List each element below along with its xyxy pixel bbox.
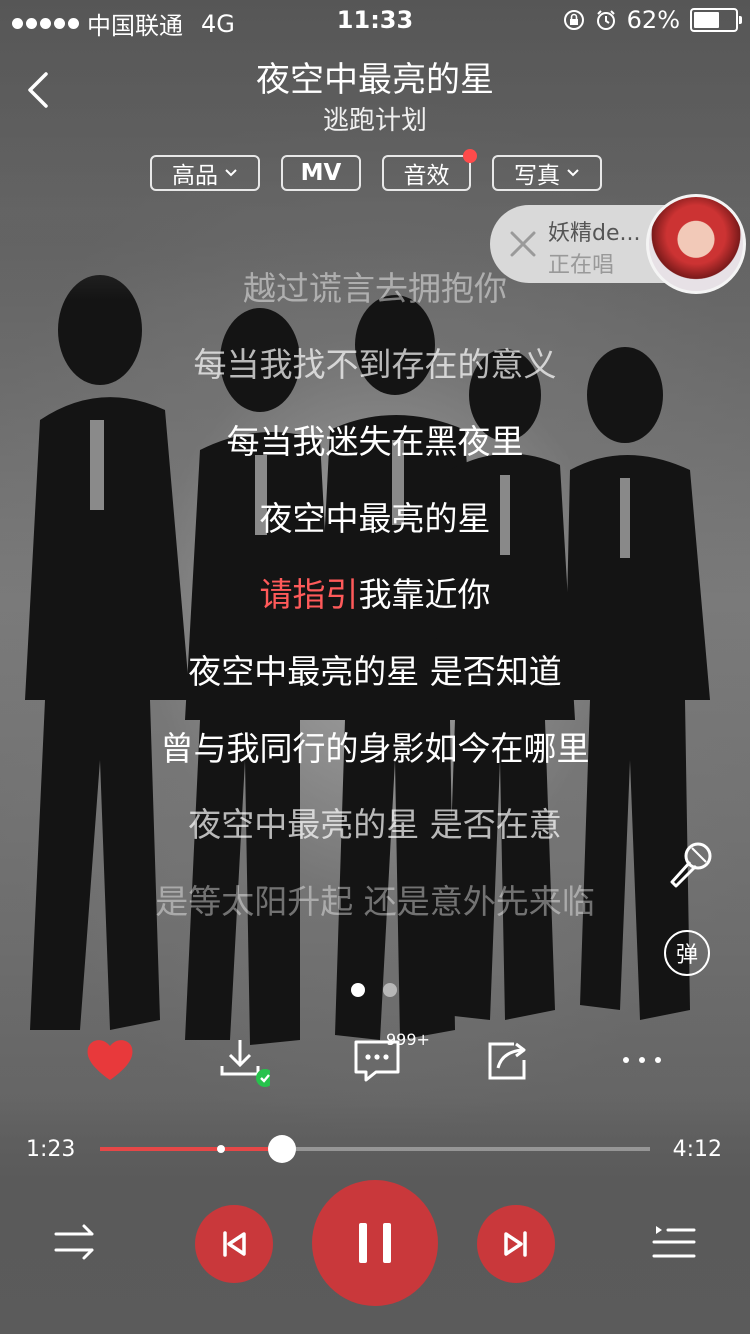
alarm-icon bbox=[596, 10, 615, 30]
lyric-line: 夜空中最亮的星 bbox=[259, 499, 491, 538]
next-button[interactable] bbox=[477, 1205, 555, 1283]
lyric-line-current: 请指引我靠近你 bbox=[0, 568, 750, 616]
like-heart-icon[interactable] bbox=[80, 1030, 140, 1090]
battery-percent: 62% bbox=[626, 6, 680, 34]
more-icon[interactable] bbox=[612, 1030, 672, 1090]
buffer-marker bbox=[217, 1145, 225, 1153]
close-icon[interactable] bbox=[506, 227, 540, 261]
progress-played bbox=[100, 1147, 282, 1151]
playlist-icon[interactable] bbox=[650, 1220, 698, 1264]
comment-count-badge: 999+ bbox=[386, 1030, 430, 1049]
artist-name[interactable]: 逃跑计划 bbox=[0, 100, 750, 137]
quality-tags: 高品 MV 音效 写真 bbox=[150, 149, 602, 191]
lyric-unsung-part: 我靠近你 bbox=[358, 575, 491, 614]
tag-label: 高品 bbox=[172, 163, 218, 189]
rotation-lock-icon bbox=[563, 10, 584, 30]
chevron-down-icon bbox=[225, 169, 237, 177]
lyric-line: 夜空中最亮的星 是否知道 bbox=[188, 652, 562, 691]
total-time: 4:12 bbox=[672, 1137, 722, 1162]
lyric-line: 越过谎言去拥抱你 bbox=[243, 269, 507, 308]
tag-photos[interactable]: 写真 bbox=[492, 155, 602, 191]
song-title: 夜空中最亮的星 bbox=[256, 60, 494, 100]
lyric-line: 夜空中最亮的星 是否在意 bbox=[188, 805, 562, 844]
progress-track[interactable] bbox=[100, 1147, 650, 1151]
skip-previous-icon bbox=[223, 1231, 246, 1257]
previous-button[interactable] bbox=[195, 1205, 273, 1283]
download-icon[interactable] bbox=[210, 1030, 270, 1090]
chevron-down-icon bbox=[567, 169, 579, 177]
tag-label: MV bbox=[300, 160, 342, 186]
danmaku-label: 弹 bbox=[675, 943, 698, 968]
page-indicator bbox=[351, 983, 397, 997]
tag-sound-effect[interactable]: 音效 bbox=[382, 149, 477, 191]
player-screen: 中国联通 4G 11:33 62% 夜空中最亮的星 逃跑计划 高品 MV 音效 … bbox=[0, 0, 750, 1334]
current-time: 1:23 bbox=[26, 1137, 76, 1162]
pause-button[interactable] bbox=[312, 1180, 438, 1306]
battery-icon bbox=[690, 8, 742, 32]
page-dot bbox=[383, 983, 397, 997]
lyric-line: 每当我找不到存在的意义 bbox=[193, 345, 557, 384]
skip-next-icon bbox=[504, 1231, 527, 1257]
danmaku-button[interactable]: 弹 bbox=[664, 930, 710, 976]
lyric-line: 是等太阳升起 还是意外先来临 bbox=[155, 882, 595, 921]
progress-knob[interactable] bbox=[267, 1135, 296, 1163]
tag-label: 音效 bbox=[403, 163, 450, 189]
tag-label: 写真 bbox=[514, 163, 560, 189]
page-dot-active bbox=[351, 983, 365, 997]
pause-icon bbox=[359, 1223, 391, 1263]
singer-name: 妖精de... bbox=[548, 221, 641, 246]
lyric-line: 每当我迷失在黑夜里 bbox=[226, 422, 524, 461]
status-bar: 中国联通 4G 11:33 62% bbox=[0, 0, 750, 40]
tag-mv[interactable]: MV bbox=[281, 155, 361, 191]
lyric-line: 曾与我同行的身影如今在哪里 bbox=[160, 729, 590, 768]
play-mode-shuffle-icon[interactable] bbox=[52, 1220, 100, 1264]
share-icon[interactable] bbox=[478, 1030, 538, 1090]
new-indicator-dot bbox=[463, 149, 477, 163]
lyric-sung-part: 请指引 bbox=[259, 575, 359, 614]
tag-quality[interactable]: 高品 bbox=[150, 155, 260, 191]
status-right: 62% bbox=[563, 6, 742, 34]
microphone-icon[interactable] bbox=[664, 840, 716, 892]
